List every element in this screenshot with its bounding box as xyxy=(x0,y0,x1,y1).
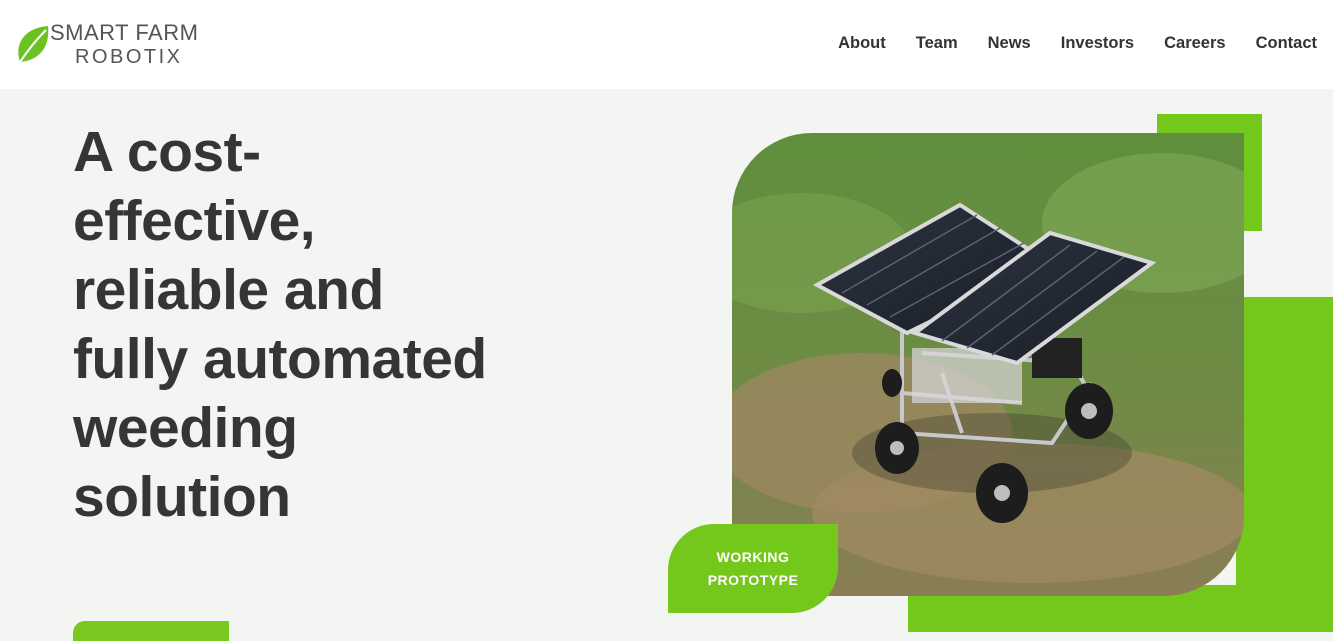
badge-line1: WORKING xyxy=(716,548,790,565)
main-nav: About Team News Investors Careers Contac… xyxy=(838,34,1317,53)
nav-about-link[interactable]: About xyxy=(838,34,886,53)
brand-name-line2: ROBOTIX xyxy=(75,46,183,68)
nav-team-link[interactable]: Team xyxy=(916,34,958,53)
brand-logo[interactable]: SMART FARM ROBOTIX xyxy=(16,20,236,70)
brand-name-line1: SMART FARM xyxy=(50,20,199,45)
working-prototype-badge: WORKING PROTOTYPE xyxy=(668,524,838,613)
nav-investors-link[interactable]: Investors xyxy=(1061,34,1134,53)
hero-title: A cost-effective, reliable and fully aut… xyxy=(73,120,487,529)
nav-careers-link[interactable]: Careers xyxy=(1164,34,1225,53)
hero-cta-button[interactable] xyxy=(73,621,229,641)
badge-line2: PROTOTYPE xyxy=(707,571,799,588)
nav-news-link[interactable]: News xyxy=(988,34,1031,53)
leaf-icon xyxy=(18,26,49,63)
decor-green-block-right xyxy=(1236,297,1333,632)
nav-contact-link[interactable]: Contact xyxy=(1256,34,1317,53)
site-header: SMART FARM ROBOTIX About Team News Inves… xyxy=(0,0,1333,89)
